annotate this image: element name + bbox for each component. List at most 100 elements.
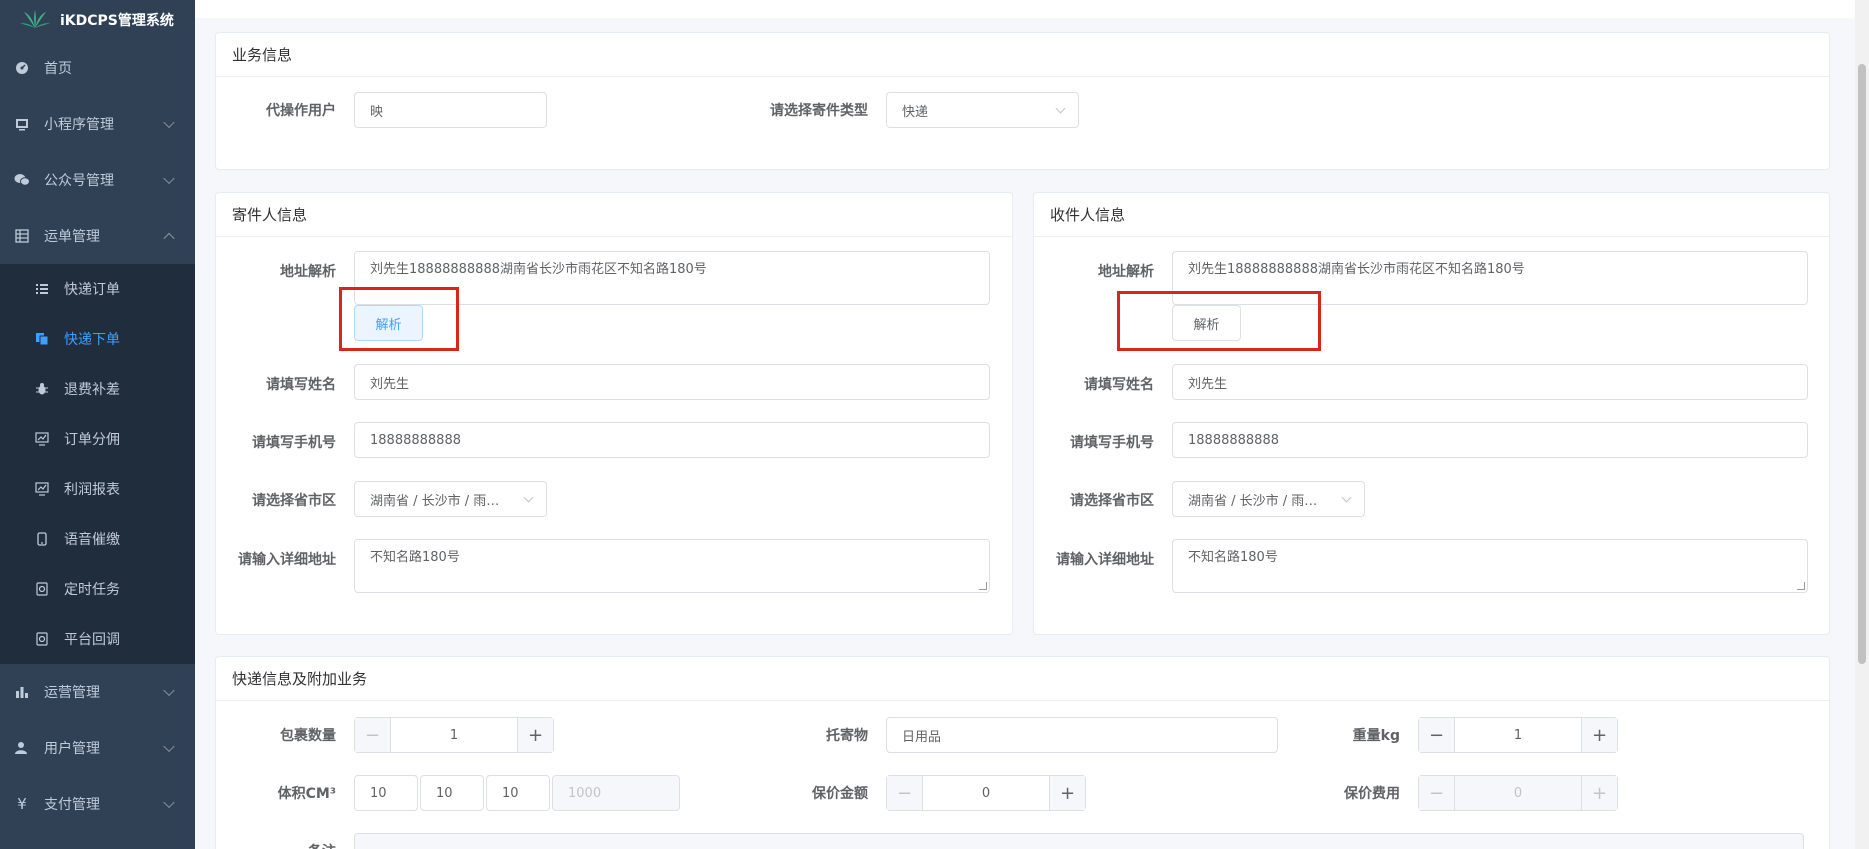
sidebar-item-label: 快递订单 [64, 282, 120, 298]
sidebar-item-waybill[interactable]: 运单管理 [0, 208, 195, 264]
scrollbar[interactable] [1855, 0, 1869, 849]
main-content: 业务信息 代操作用户 映 请选择寄件类型 快递 寄件人信息 地址解析 刘先生 18… [195, 0, 1869, 849]
sidebar-item-express-create[interactable]: 快递下单 [0, 314, 195, 364]
chevron-down-icon [163, 740, 175, 753]
miniprogram-icon [14, 116, 30, 132]
sender-region-select[interactable]: 湖南省 / 长沙市 / 雨… [354, 481, 547, 517]
count-increase-button[interactable]: + [517, 718, 553, 752]
sidebar-item-refund[interactable]: 退费补差 [0, 364, 195, 414]
count-label: 包裹数量 [280, 728, 336, 744]
sender-parse-label: 地址解析 [280, 264, 336, 280]
fee-increase-button: + [1581, 776, 1617, 810]
sidebar-item-callback[interactable]: 平台回调 [0, 614, 195, 664]
express-card: 快递信息及附加业务 包裹数量 − 1 + 托寄物 日用品 重量kg − 1 + … [215, 656, 1830, 849]
remark-label: 备注 [216, 841, 336, 849]
insure-label: 保价金额 [812, 786, 868, 802]
receiver-region-value: 湖南省 / 长沙市 / 雨… [1188, 493, 1318, 509]
volume-height-input[interactable]: 10 [486, 775, 550, 811]
goods-input[interactable]: 日用品 [886, 717, 1278, 753]
remark-input[interactable] [354, 833, 1804, 849]
chevron-down-icon [163, 172, 175, 185]
weight-decrease-button[interactable]: − [1419, 718, 1455, 752]
card-title: 收件人信息 [1034, 193, 1829, 237]
sidebar-item-payment[interactable]: ¥ 支付管理 [0, 776, 195, 832]
weight-value[interactable]: 1 [1455, 718, 1581, 752]
goods-label: 托寄物 [826, 728, 868, 744]
receiver-detail-value: 不知名路180号 [1188, 550, 1278, 565]
type-label: 请选择寄件类型 [770, 103, 868, 119]
timer-icon [34, 581, 50, 597]
sender-detail-value: 不知名路180号 [370, 550, 460, 565]
sidebar-item-label: 退费补差 [64, 382, 120, 398]
receiver-card: 收件人信息 地址解析 刘先生18888888888湖南省长沙市雨花区不知名路18… [1033, 192, 1830, 635]
weight-increase-button[interactable]: + [1581, 718, 1617, 752]
sidebar-item-miniprogram[interactable]: 小程序管理 [0, 96, 195, 152]
scrollbar-thumb[interactable] [1858, 64, 1866, 664]
sidebar-item-label: 平台回调 [64, 632, 120, 648]
sender-phone-input[interactable]: 18888888888 [354, 422, 990, 458]
sidebar-item-commission[interactable]: 订单分佣 [0, 414, 195, 464]
sidebar-item-profit-report[interactable]: 利润报表 [0, 464, 195, 514]
weight-label: 重量kg [1352, 728, 1400, 744]
sidebar-item-label: 用户管理 [44, 741, 100, 757]
sender-card: 寄件人信息 地址解析 刘先生18888888888湖南省长沙市雨花区不知名路18… [215, 192, 1013, 635]
count-stepper[interactable]: − 1 + [354, 717, 554, 753]
list-icon [34, 281, 50, 297]
volume-label: 体积CM³ [277, 786, 336, 802]
sender-detail-textarea[interactable]: 不知名路180号 [354, 539, 990, 593]
resize-handle-icon[interactable] [979, 582, 987, 590]
chevron-down-icon [163, 796, 175, 809]
receiver-detail-textarea[interactable]: 不知名路180号 [1172, 539, 1808, 593]
fee-decrease-button: − [1419, 776, 1455, 810]
sender-region-label: 请选择省市区 [252, 493, 336, 509]
count-decrease-button[interactable]: − [355, 718, 391, 752]
sidebar-item-label: 快递下单 [64, 332, 120, 348]
sidebar-item-label: 公众号管理 [44, 173, 114, 189]
insure-stepper[interactable]: − 0 + [886, 775, 1086, 811]
volume-width-input[interactable]: 10 [420, 775, 484, 811]
type-select[interactable]: 快递 [886, 92, 1079, 128]
sidebar-item-voice[interactable]: 语音催缴 [0, 514, 195, 564]
chevron-down-icon [523, 492, 534, 503]
insure-decrease-button[interactable]: − [887, 776, 923, 810]
insure-value[interactable]: 0 [923, 776, 1049, 810]
fee-label: 保价费用 [1344, 786, 1400, 802]
receiver-phone-label: 请填写手机号 [1070, 435, 1154, 451]
receiver-name-input[interactable]: 刘先生 [1172, 364, 1808, 400]
sidebar-item-express-orders[interactable]: 快递订单 [0, 264, 195, 314]
highlight-box [1117, 291, 1321, 351]
receiver-region-label: 请选择省市区 [1070, 493, 1154, 509]
sidebar-item-home[interactable]: 首页 [0, 40, 195, 96]
chevron-down-icon [163, 116, 175, 129]
sidebar-item-label: 运单管理 [44, 229, 100, 245]
receiver-parse-label: 地址解析 [1098, 264, 1154, 280]
sidebar-item-wechat[interactable]: 公众号管理 [0, 152, 195, 208]
app-logo[interactable]: iKDCPS管理系统 [0, 0, 195, 40]
receiver-phone-input[interactable]: 18888888888 [1172, 422, 1808, 458]
operator-label: 代操作用户 [266, 103, 336, 119]
sender-region-value: 湖南省 / 长沙市 / 雨… [370, 493, 500, 509]
sidebar-item-users[interactable]: 用户管理 [0, 720, 195, 776]
app-title: iKDCPS管理系统 [60, 13, 174, 29]
sidebar: iKDCPS管理系统 首页 小程序管理 公众号管理 运单管理 快递订单 快递下单… [0, 0, 195, 849]
grid-icon [14, 228, 30, 244]
insure-increase-button[interactable]: + [1049, 776, 1085, 810]
weight-stepper[interactable]: − 1 + [1418, 717, 1618, 753]
chart-icon [34, 481, 50, 497]
receiver-region-select[interactable]: 湖南省 / 长沙市 / 雨… [1172, 481, 1365, 517]
sender-name-input[interactable]: 刘先生 [354, 364, 990, 400]
sidebar-item-cron[interactable]: 定时任务 [0, 564, 195, 614]
chevron-up-icon [163, 232, 175, 245]
chevron-down-icon [163, 684, 175, 697]
resize-handle-icon[interactable] [1797, 582, 1805, 590]
type-select-value: 快递 [902, 104, 929, 120]
sidebar-item-operations[interactable]: 运营管理 [0, 664, 195, 720]
card-title: 业务信息 [216, 33, 1829, 77]
fee-value: 0 [1513, 785, 1523, 801]
count-value[interactable]: 1 [391, 718, 517, 752]
fee-stepper: − 0 + [1418, 775, 1618, 811]
topbar [195, 0, 1869, 18]
volume-length-input[interactable]: 10 [354, 775, 418, 811]
sidebar-item-label: 语音催缴 [64, 532, 120, 548]
operator-input[interactable]: 映 [354, 92, 547, 128]
